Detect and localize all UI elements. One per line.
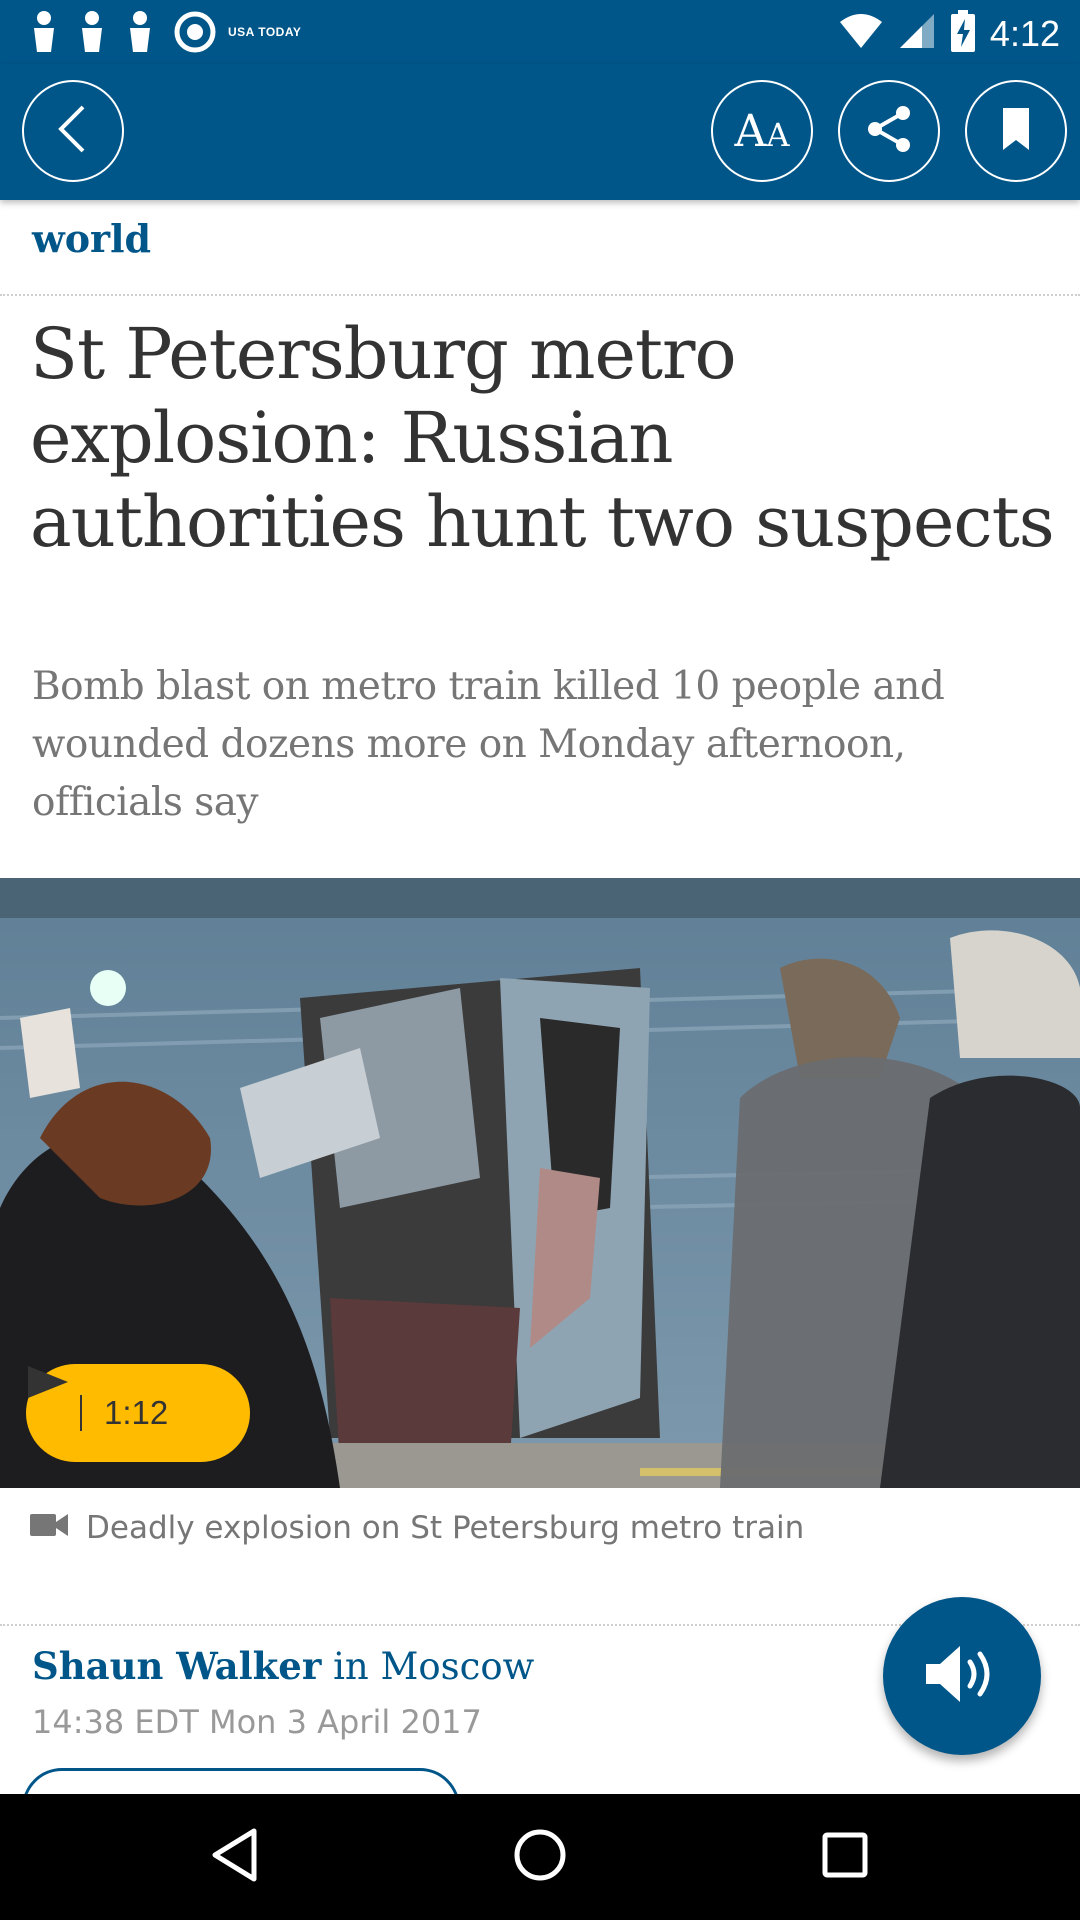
battery-charging-icon xyxy=(950,10,976,57)
nav-home-button[interactable] xyxy=(505,1822,575,1892)
play-video-button[interactable]: 1:12 xyxy=(26,1364,250,1462)
share-icon xyxy=(863,103,915,159)
speaker-icon xyxy=(922,1642,1002,1710)
text-size-icon: AA xyxy=(735,106,790,157)
listen-button[interactable] xyxy=(883,1597,1041,1755)
person-pin-icon xyxy=(30,10,58,54)
usa-today-icon xyxy=(174,11,216,53)
cell-signal-icon xyxy=(898,12,936,55)
text-size-label-big: A xyxy=(734,105,767,157)
bookmark-button[interactable] xyxy=(965,80,1067,182)
video-caption: Deadly explosion on St Petersburg metro … xyxy=(30,1510,1030,1546)
status-bar: USA TODAY 4:12 xyxy=(0,0,1080,64)
article-toolbar: AA xyxy=(0,64,1080,200)
circle-home-icon xyxy=(513,1828,567,1886)
square-recents-icon xyxy=(821,1831,869,1883)
share-button[interactable] xyxy=(838,80,940,182)
video-thumbnail[interactable]: 1:12 xyxy=(0,878,1080,1488)
wifi-icon xyxy=(838,12,884,55)
video-caption-text: Deadly explosion on St Petersburg metro … xyxy=(86,1510,805,1546)
notification-icons: USA TODAY xyxy=(30,10,301,54)
person-pin-icon xyxy=(78,10,106,54)
byline-location: in Moscow xyxy=(321,1645,535,1688)
triangle-back-icon xyxy=(210,1828,260,1886)
divider xyxy=(0,294,1080,296)
back-button[interactable] xyxy=(22,80,124,182)
person-pin-icon xyxy=(126,10,154,54)
byline: Shaun Walker in Moscow xyxy=(32,1640,534,1693)
article-headline: St Petersburg metro explosion: Russian a… xyxy=(30,313,1055,563)
clock: 4:12 xyxy=(989,12,1060,54)
nav-back-button[interactable] xyxy=(200,1822,270,1892)
video-camera-icon xyxy=(30,1510,70,1546)
article-standfirst: Bomb blast on metro train killed 10 peop… xyxy=(32,664,945,825)
text-size-label-small: A xyxy=(766,115,790,154)
section-label[interactable]: world xyxy=(32,214,151,264)
system-status: 4:12 xyxy=(838,10,1060,57)
author-link[interactable]: Shaun Walker xyxy=(32,1644,321,1688)
separator xyxy=(80,1395,82,1431)
usa-today-label: USA TODAY xyxy=(228,25,302,39)
publish-date: 14:38 EDT Mon 3 April 2017 xyxy=(32,1703,482,1741)
video-duration: 1:12 xyxy=(104,1394,169,1431)
nav-recents-button[interactable] xyxy=(810,1822,880,1892)
system-nav-bar xyxy=(0,1794,1080,1920)
chevron-left-icon xyxy=(53,104,93,158)
text-size-button[interactable]: AA xyxy=(711,80,813,182)
bookmark-icon xyxy=(1001,106,1031,156)
